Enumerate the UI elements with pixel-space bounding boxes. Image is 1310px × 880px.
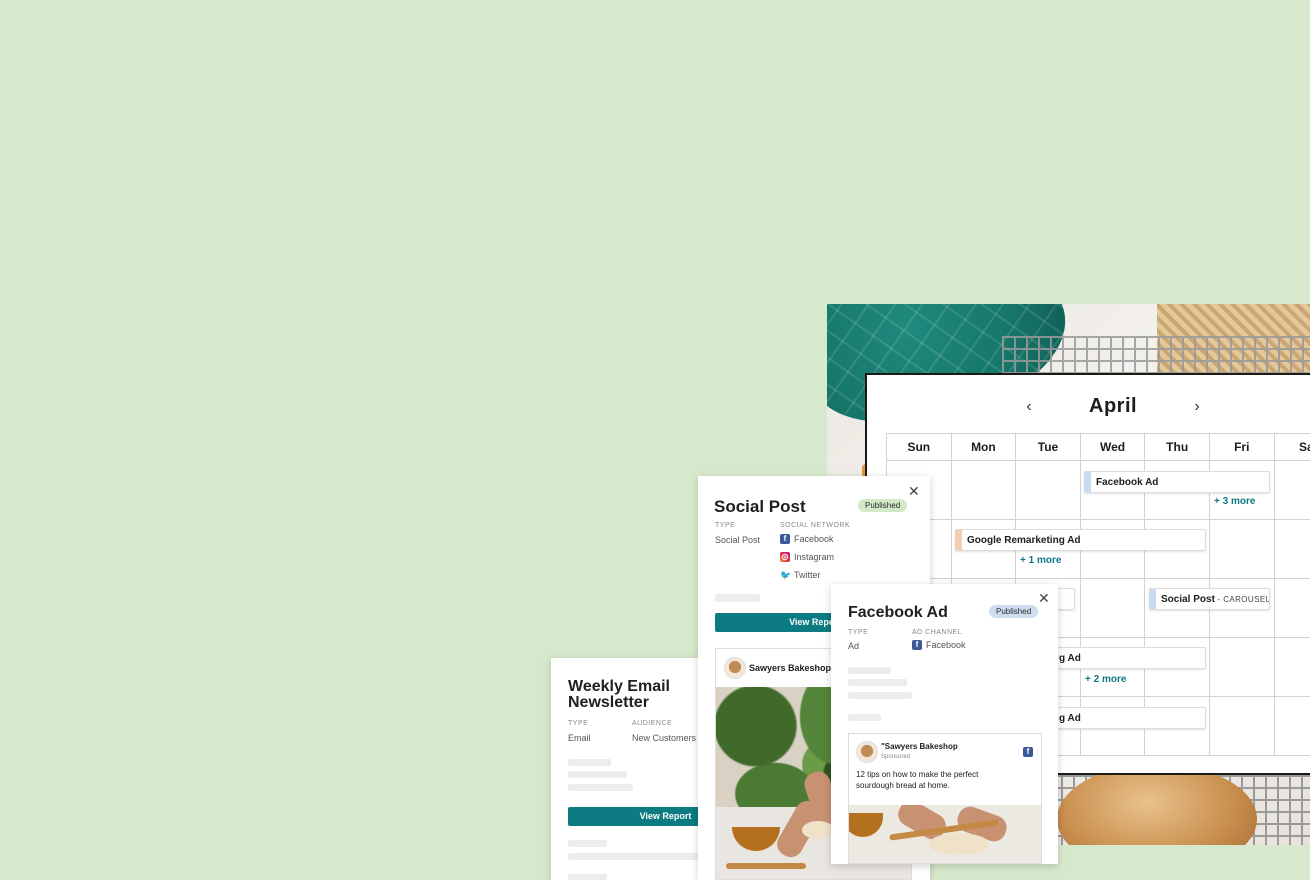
placeholder-line [568,771,627,778]
day-cell[interactable] [1208,697,1274,756]
day-cell[interactable] [1208,638,1274,697]
event-title: g Ad [1059,653,1081,664]
network-instagram: ◎ Instagram [780,552,834,562]
placeholder-line [848,692,912,699]
day-cell[interactable] [1273,461,1310,520]
ad-channel-label: AD CHANNEL [912,629,963,636]
event-partial-ad[interactable]: g Ad [1043,647,1206,669]
type-label: TYPE [848,629,869,636]
weekday-sat: Sa [1273,433,1310,461]
placeholder-line [568,840,607,847]
placeholder-line [715,594,760,602]
close-icon[interactable]: ✕ [1038,591,1050,605]
day-cell[interactable] [1015,461,1080,520]
network-name: Instagram [794,552,835,562]
channel-name: Facebook [926,640,966,650]
facebook-icon: f [780,534,790,544]
event-social-post[interactable]: Social Post - CAROUSEL [1149,588,1270,610]
type-value: Ad [848,641,860,651]
ad-image [849,805,1041,863]
calendar-header: ‹ April › [867,387,1310,427]
type-value: Email [568,733,591,743]
day-cell[interactable] [1273,638,1310,697]
weekday-header-row: Sun Mon Tue Wed Thu Fri Sa [886,433,1310,461]
more-events-link[interactable]: + 1 more [1020,555,1061,566]
ad-preview: "Sawyers Bakeshop Sponsored f 12 tips on… [848,733,1042,864]
network-facebook: f Facebook [780,534,834,544]
placeholder-line [568,759,611,766]
placeholder-line [848,667,891,674]
day-cell[interactable] [1208,520,1274,579]
weekday-wed: Wed [1079,433,1145,461]
type-label: TYPE [715,522,736,529]
audience-value: New Customers [632,733,697,743]
event-facebook-ad[interactable]: Facebook Ad [1084,471,1270,493]
avatar [724,657,746,679]
newsletter-card: Weekly Email Newsletter TYPE Email AUDIE… [551,658,763,880]
social-network-label: SOCIAL NETWORK [780,522,851,529]
weekday-sun: Sun [886,433,951,461]
event-title: Google Remarketing Ad [967,535,1081,546]
more-events-link[interactable]: + 3 more [1214,496,1255,507]
event-subtitle: - CAROUSEL [1214,595,1270,604]
instagram-icon: ◎ [780,552,790,562]
close-icon[interactable]: ✕ [908,484,920,498]
event-title: g Ad [1059,713,1081,724]
account-name: "Sawyers Bakeshop [881,742,958,751]
placeholder-line [848,714,881,721]
facebook-icon: f [1023,747,1033,757]
day-cell[interactable] [950,461,1016,520]
prev-month-icon[interactable]: ‹ [1019,397,1039,417]
weekday-tue: Tue [1015,433,1080,461]
day-cell[interactable] [1273,579,1310,638]
type-value: Social Post [715,535,761,545]
type-label: TYPE [568,720,589,727]
status-badge: Published [858,499,908,512]
social-post-title: Social Post [714,497,806,516]
day-cell[interactable] [1273,697,1310,756]
weekday-mon: Mon [950,433,1016,461]
placeholder-line [568,784,633,791]
twitter-icon: 🐦 [780,570,792,580]
month-title: April [1089,395,1138,417]
placeholder-line [848,679,907,686]
facebook-ad-card: ✕ Facebook Ad Published TYPE Ad AD CHANN… [831,584,1058,864]
facebook-ad-title: Facebook Ad [848,604,948,621]
event-partial-ad[interactable]: g Ad [1043,707,1206,729]
sponsored-label: Sponsored [881,754,911,760]
event-title: Social Post [1161,594,1215,605]
network-twitter: 🐦 Twitter [780,570,821,580]
status-badge: Published [989,605,1039,618]
post-text: 12 tips on how to make the perfect sourd… [856,770,979,790]
event-google-remarketing-ad[interactable]: Google Remarketing Ad [955,529,1206,551]
account-name: Sawyers Bakeshop [749,663,832,673]
placeholder-line [568,853,698,860]
facebook-icon: f [912,640,922,650]
next-month-icon[interactable]: › [1187,397,1207,417]
placeholder-line [568,874,607,880]
newsletter-title: Weekly Email Newsletter [568,678,670,711]
ad-channel-value: f Facebook [912,640,966,650]
day-cell[interactable] [1273,520,1310,579]
network-name: Facebook [794,534,834,544]
weekday-thu: Thu [1144,433,1209,461]
more-events-link[interactable]: + 2 more [1085,674,1126,685]
day-cell[interactable] [1079,579,1145,638]
avatar [856,741,878,763]
network-name: Twitter [794,570,821,580]
weekday-fri: Fri [1208,433,1274,461]
audience-label: AUDIENCE [632,720,673,727]
event-title: Facebook Ad [1096,477,1159,488]
